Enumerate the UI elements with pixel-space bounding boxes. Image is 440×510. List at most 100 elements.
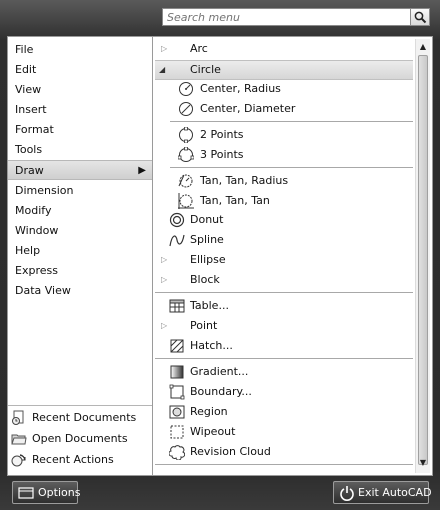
- divider: [155, 358, 413, 359]
- submenu-spline[interactable]: Spline: [153, 230, 415, 250]
- exit-autocad-button[interactable]: Exit AutoCAD: [333, 481, 432, 504]
- revision-cloud-icon: [169, 445, 185, 460]
- submenu-gradient[interactable]: Gradient...: [153, 362, 415, 382]
- menu-item-edit[interactable]: Edit: [8, 60, 152, 80]
- draw-submenu-panel: ▷ Arc ◢ Circle Center, Radius Center, Di…: [153, 36, 433, 476]
- collapsed-triangle-icon: ▷: [161, 255, 168, 264]
- circle-3-points-icon: [178, 147, 194, 162]
- submenu-hatch[interactable]: Hatch...: [153, 336, 415, 356]
- menu-item-draw-label: Draw: [15, 164, 44, 177]
- recent-documents-label: Recent Documents: [32, 411, 137, 424]
- region-label: Region: [190, 405, 228, 418]
- exit-autocad-label: Exit AutoCAD: [358, 486, 432, 499]
- menu-item-view[interactable]: View: [8, 80, 152, 100]
- open-documents-label: Open Documents: [32, 432, 128, 445]
- submenu-arc[interactable]: ▷ Arc: [153, 39, 415, 59]
- divider: [155, 292, 413, 293]
- donut-icon: [169, 212, 185, 228]
- tan-tan-tan-label: Tan, Tan, Tan: [200, 194, 270, 207]
- spline-label: Spline: [190, 233, 224, 246]
- donut-label: Donut: [190, 213, 224, 226]
- circle-2-points[interactable]: 2 Points: [153, 125, 415, 145]
- menu-item-data-view[interactable]: Data View: [8, 281, 152, 301]
- circle-center-diameter[interactable]: Center, Diameter: [153, 99, 415, 119]
- wipeout-label: Wipeout: [190, 425, 236, 438]
- folder-icon: [11, 434, 27, 445]
- recent-actions-label: Recent Actions: [32, 453, 114, 466]
- submenu-revision-cloud[interactable]: Revision Cloud: [153, 442, 415, 462]
- divider: [8, 405, 152, 406]
- options-icon: [18, 487, 34, 499]
- menu-item-tools[interactable]: Tools: [8, 140, 152, 160]
- scroll-up-arrow-icon[interactable]: ▲: [417, 41, 429, 53]
- application-menu: File Edit View Insert Format Tools Draw …: [0, 0, 440, 510]
- circle-label: Circle: [190, 63, 221, 76]
- revision-cloud-label: Revision Cloud: [190, 445, 271, 458]
- arc-label: Arc: [190, 42, 208, 55]
- wipeout-icon: [170, 425, 184, 439]
- ellipse-label: Ellipse: [190, 253, 226, 266]
- spline-icon: [169, 234, 185, 247]
- submenu-block[interactable]: ▷ Block: [153, 270, 415, 290]
- circle-2-points-icon: [179, 127, 193, 143]
- boundary-label: Boundary...: [190, 385, 252, 398]
- circle-center-diameter-icon: [179, 102, 193, 116]
- search-box: [162, 8, 430, 26]
- expanded-triangle-icon: ◢: [159, 65, 166, 74]
- main-menu-panel: File Edit View Insert Format Tools Draw …: [7, 36, 153, 476]
- submenu-point[interactable]: ▷ Point: [153, 316, 415, 336]
- circle-center-radius[interactable]: Center, Radius: [153, 79, 415, 99]
- table-label: Table...: [190, 299, 229, 312]
- menu-item-express[interactable]: Express: [8, 261, 152, 281]
- search-button[interactable]: [410, 8, 430, 26]
- submenu-donut[interactable]: Donut: [153, 210, 415, 230]
- recent-documents-icon: [12, 410, 24, 425]
- submenu-boundary[interactable]: Boundary...: [153, 382, 415, 402]
- divider: [170, 121, 413, 122]
- two-points-label: 2 Points: [200, 128, 244, 141]
- menu-item-insert[interactable]: Insert: [8, 100, 152, 120]
- circle-center-radius-icon: [179, 82, 193, 96]
- collapsed-triangle-icon: ▷: [161, 275, 168, 284]
- menu-item-window[interactable]: Window: [8, 221, 152, 241]
- submenu-circle[interactable]: ◢ Circle: [155, 60, 413, 80]
- gradient-label: Gradient...: [190, 365, 249, 378]
- menu-item-dimension[interactable]: Dimension: [8, 181, 152, 201]
- region-icon: [169, 405, 185, 419]
- table-icon: [169, 299, 185, 313]
- divider: [155, 464, 413, 465]
- recent-actions-icon: [11, 454, 26, 467]
- circle-3-points[interactable]: 3 Points: [153, 145, 415, 165]
- collapsed-triangle-icon: ▷: [161, 44, 168, 53]
- collapsed-triangle-icon: ▷: [161, 321, 168, 330]
- hatch-icon: [170, 339, 184, 353]
- submenu-wipeout[interactable]: Wipeout: [153, 422, 415, 442]
- tan-tan-radius-label: Tan, Tan, Radius: [200, 174, 289, 187]
- circle-tan-tan-tan-icon: [178, 193, 194, 209]
- boundary-icon: [169, 384, 185, 400]
- circle-tan-tan-tan[interactable]: Tan, Tan, Tan: [153, 191, 415, 211]
- divider: [170, 167, 413, 168]
- center-radius-label: Center, Radius: [200, 82, 281, 95]
- menu-item-file[interactable]: File: [8, 40, 152, 60]
- submenu-region[interactable]: Region: [153, 402, 415, 422]
- options-button[interactable]: Options: [12, 481, 81, 504]
- menu-item-format[interactable]: Format: [8, 120, 152, 140]
- three-points-label: 3 Points: [200, 148, 244, 161]
- block-label: Block: [190, 273, 220, 286]
- vertical-scrollbar[interactable]: ▲ ▼: [415, 39, 430, 473]
- options-label: Options: [38, 486, 81, 499]
- submenu-ellipse[interactable]: ▷ Ellipse: [153, 250, 415, 270]
- circle-tan-tan-radius[interactable]: Tan, Tan, Radius: [153, 171, 415, 191]
- center-diameter-label: Center, Diameter: [200, 102, 296, 115]
- point-label: Point: [190, 319, 218, 332]
- scroll-down-arrow-icon[interactable]: ▼: [417, 457, 429, 469]
- search-input[interactable]: [163, 9, 415, 25]
- menu-item-draw[interactable]: Draw ▶: [8, 160, 152, 180]
- submenu-table[interactable]: Table...: [153, 296, 415, 316]
- menu-item-help[interactable]: Help: [8, 241, 152, 261]
- scrollbar-thumb[interactable]: [418, 55, 428, 465]
- menu-item-modify[interactable]: Modify: [8, 201, 152, 221]
- power-icon: [340, 486, 354, 501]
- hatch-label: Hatch...: [190, 339, 233, 352]
